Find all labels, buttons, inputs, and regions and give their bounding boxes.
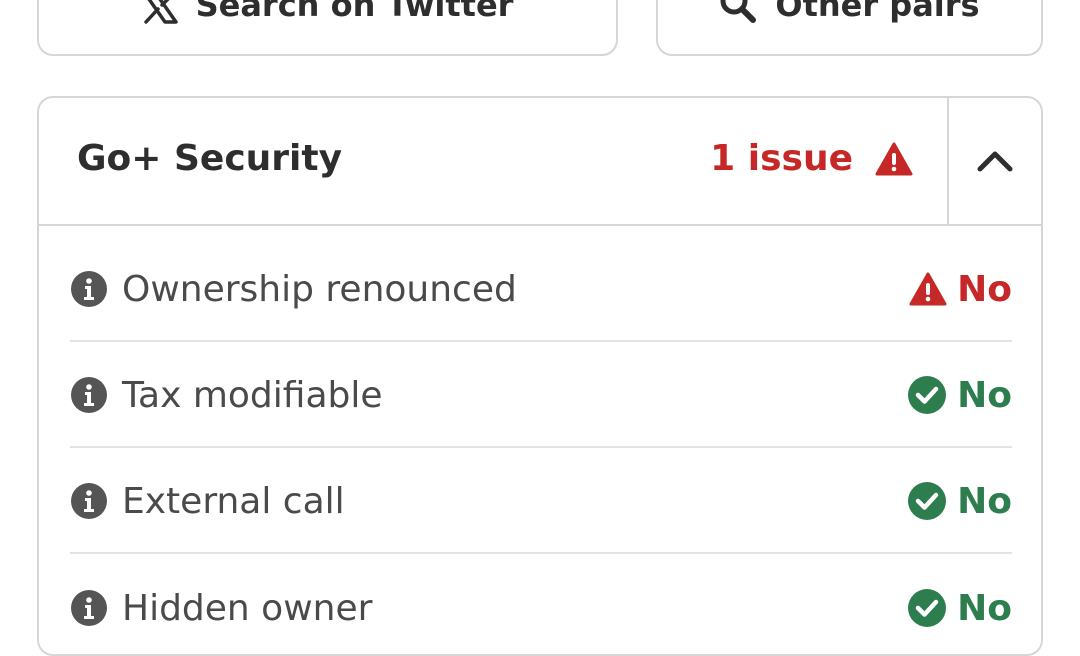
row-value: No xyxy=(957,374,1012,416)
row-label: Tax modifiable xyxy=(122,374,383,416)
security-card-header[interactable]: Go+ Security 1 issue xyxy=(39,98,1041,226)
info-icon[interactable] xyxy=(70,376,108,414)
security-row-ownership-renounced: Ownership renounced No xyxy=(70,238,1012,342)
search-on-twitter-button[interactable]: Search on Twitter xyxy=(37,0,618,56)
check-circle-icon xyxy=(908,376,947,414)
row-label: Hidden owner xyxy=(122,587,373,629)
chevron-up-icon xyxy=(977,151,1013,172)
row-value: No xyxy=(957,480,1012,522)
info-icon[interactable] xyxy=(70,482,108,520)
x-logo-icon xyxy=(142,0,178,24)
warning-icon xyxy=(875,142,913,175)
row-label: Ownership renounced xyxy=(122,268,517,310)
security-row-hidden-owner: Hidden owner No xyxy=(70,556,1012,654)
warning-icon xyxy=(909,272,947,306)
row-label: External call xyxy=(122,480,345,522)
security-row-external-call: External call No xyxy=(70,450,1012,554)
security-row-tax-modifiable: Tax modifiable No xyxy=(70,344,1012,448)
go-plus-security-card: Go+ Security 1 issue Ownership renounced xyxy=(37,96,1043,656)
info-icon[interactable] xyxy=(70,270,108,308)
info-icon[interactable] xyxy=(70,589,108,627)
row-value: No xyxy=(957,268,1012,310)
other-pairs-button[interactable]: Other pairs xyxy=(656,0,1043,56)
collapse-toggle-button[interactable] xyxy=(947,98,1041,224)
issue-summary: 1 issue xyxy=(710,138,913,179)
search-icon xyxy=(719,0,757,24)
check-circle-icon xyxy=(908,482,947,520)
other-pairs-label: Other pairs xyxy=(775,0,980,24)
check-circle-icon xyxy=(908,589,947,627)
security-title: Go+ Security xyxy=(77,138,343,179)
row-value: No xyxy=(957,587,1012,629)
search-on-twitter-label: Search on Twitter xyxy=(195,0,514,24)
issue-count: 1 issue xyxy=(710,138,853,179)
